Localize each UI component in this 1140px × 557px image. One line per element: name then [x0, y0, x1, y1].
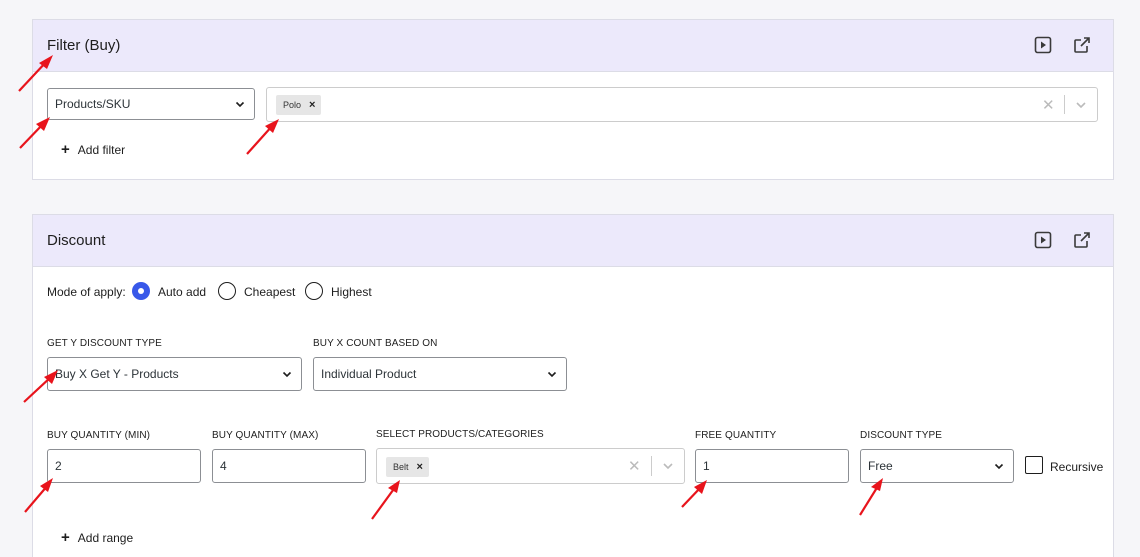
- radio-cheapest[interactable]: [218, 282, 236, 300]
- radio-highest-label[interactable]: Highest: [331, 285, 372, 299]
- filter-type-select[interactable]: Products/SKU: [47, 88, 255, 120]
- chevron-down-icon: [235, 101, 245, 108]
- external-link-icon[interactable]: [1073, 36, 1091, 54]
- remove-tag-icon[interactable]: ×: [417, 461, 423, 473]
- get-y-type-value: Buy X Get Y - Products: [55, 367, 179, 381]
- select-products-label: SELECT PRODUCTS/CATEGORIES: [376, 429, 544, 440]
- discount-panel: Discount Mode of apply: Auto add Cheapes…: [32, 214, 1114, 557]
- separator: [651, 456, 652, 476]
- recursive-checkbox[interactable]: [1025, 456, 1043, 474]
- add-range-label: Add range: [77, 531, 134, 545]
- add-filter-label: Add filter: [77, 143, 126, 157]
- filter-panel-header: Filter (Buy): [33, 20, 1113, 72]
- radio-cheapest-label[interactable]: Cheapest: [244, 285, 295, 299]
- chevron-down-icon: [282, 371, 292, 378]
- get-y-type-label: GET Y DISCOUNT TYPE: [47, 338, 162, 349]
- chevron-down-icon[interactable]: [1074, 98, 1088, 112]
- buy-count-based-value: Individual Product: [321, 367, 417, 381]
- close-icon[interactable]: ✕: [1042, 96, 1055, 114]
- add-range-button[interactable]: + Add range: [61, 529, 133, 546]
- filter-panel-title: Filter (Buy): [47, 37, 121, 54]
- buy-count-based-select[interactable]: Individual Product: [313, 357, 567, 391]
- remove-tag-icon[interactable]: ×: [309, 99, 315, 111]
- discount-panel-title: Discount: [47, 232, 106, 249]
- buy-min-value: 2: [55, 459, 62, 473]
- free-qty-label: FREE QUANTITY: [695, 430, 777, 441]
- discount-type-value: Free: [868, 459, 893, 473]
- buy-max-input[interactable]: 4: [212, 449, 366, 483]
- free-qty-value: 1: [703, 459, 710, 473]
- get-y-type-select[interactable]: Buy X Get Y - Products: [47, 357, 302, 391]
- discount-panel-header: Discount: [33, 215, 1113, 267]
- chevron-down-icon[interactable]: [661, 459, 675, 473]
- buy-count-based-label: BUY X COUNT BASED ON: [313, 338, 438, 349]
- plus-icon: +: [61, 529, 70, 546]
- recursive-label[interactable]: Recursive: [1050, 460, 1103, 474]
- chevron-down-icon: [994, 463, 1004, 470]
- chevron-down-icon: [547, 371, 557, 378]
- buy-min-label: BUY QUANTITY (MIN): [47, 430, 151, 441]
- buy-min-input[interactable]: 2: [47, 449, 201, 483]
- buy-max-value: 4: [220, 459, 227, 473]
- mode-of-apply-label: Mode of apply:: [47, 285, 126, 299]
- discount-type-select[interactable]: Free: [860, 449, 1014, 483]
- radio-auto-add-label[interactable]: Auto add: [158, 285, 206, 299]
- filter-type-value: Products/SKU: [55, 97, 131, 111]
- play-square-icon[interactable]: [1034, 36, 1052, 54]
- radio-auto-add[interactable]: [132, 282, 150, 300]
- close-icon[interactable]: ✕: [628, 457, 641, 475]
- external-link-icon[interactable]: [1073, 231, 1091, 249]
- plus-icon: +: [61, 141, 70, 158]
- discount-type-label: DISCOUNT TYPE: [860, 430, 943, 441]
- play-square-icon[interactable]: [1034, 231, 1052, 249]
- tag-label: Belt: [393, 462, 409, 472]
- tag-chip: Belt ×: [386, 457, 429, 477]
- add-filter-button[interactable]: + Add filter: [61, 141, 125, 158]
- tag-label: Polo: [283, 100, 302, 110]
- select-products-multiselect[interactable]: Belt × ✕: [376, 448, 685, 484]
- tag-chip: Polo ×: [276, 95, 322, 115]
- filter-panel: Filter (Buy) Products/SKU Polo × ✕ + Add …: [32, 19, 1114, 180]
- free-qty-input[interactable]: 1: [695, 449, 849, 483]
- radio-highest[interactable]: [305, 282, 323, 300]
- buy-max-label: BUY QUANTITY (MAX): [212, 430, 319, 441]
- separator: [1064, 95, 1065, 114]
- filter-products-multiselect[interactable]: Polo × ✕: [266, 87, 1098, 122]
